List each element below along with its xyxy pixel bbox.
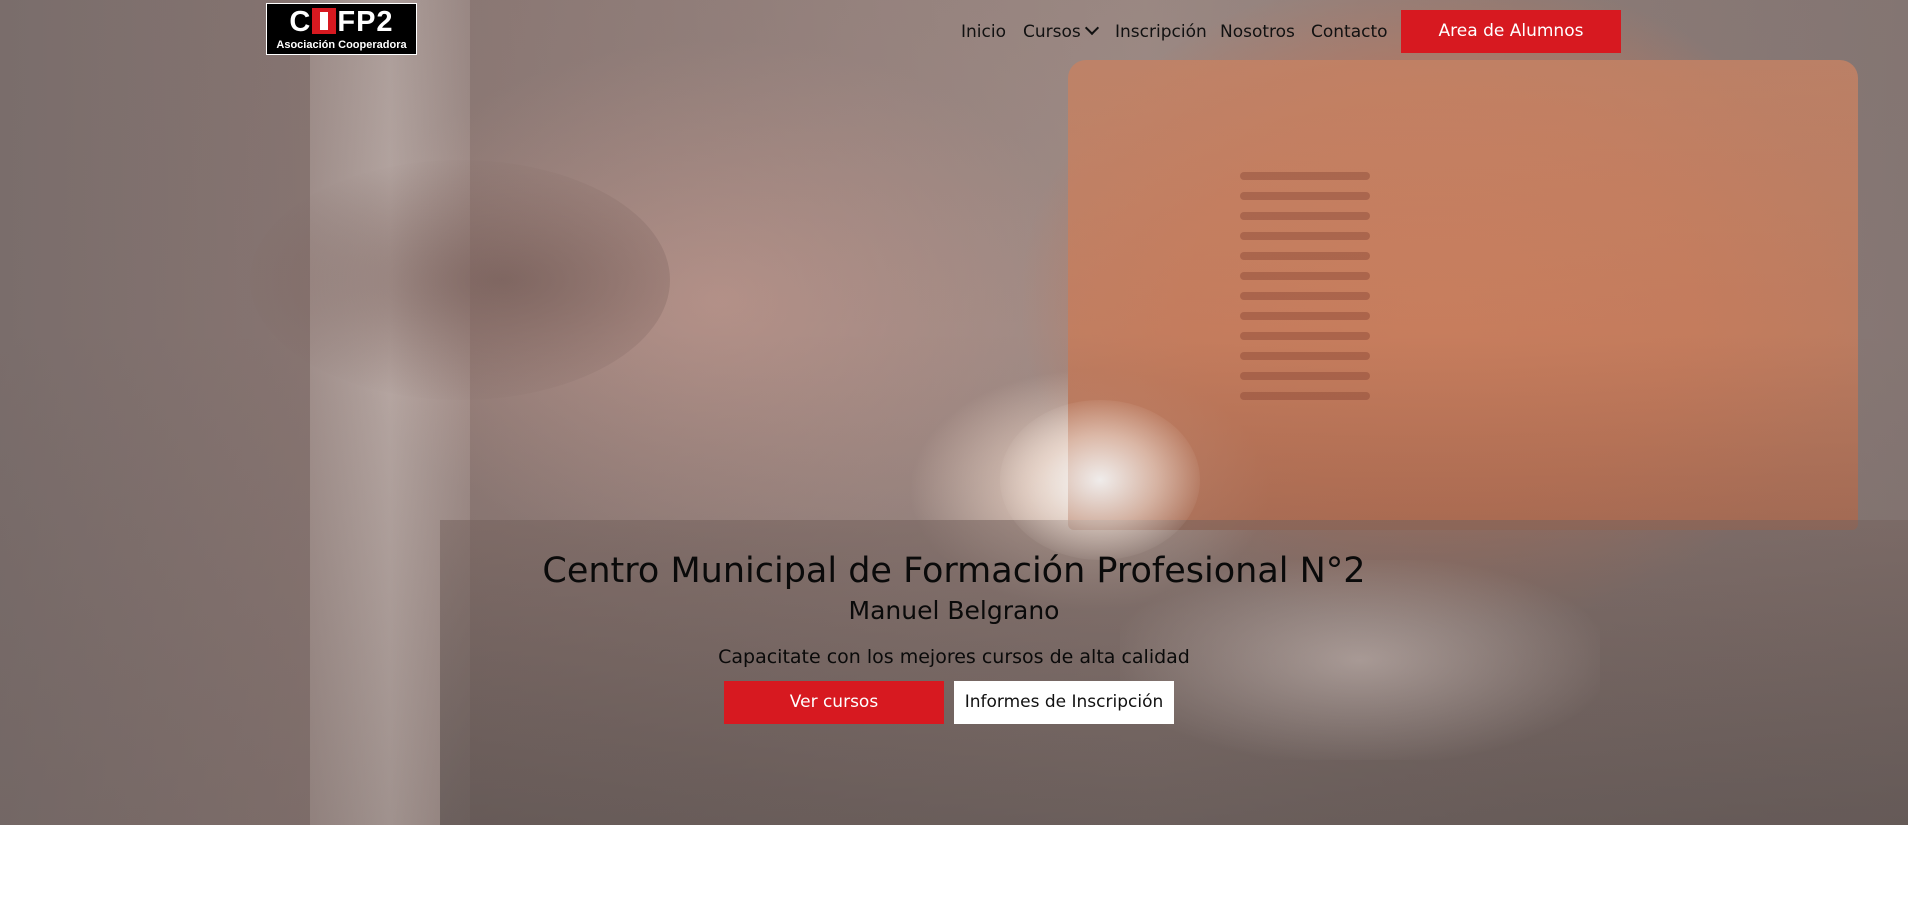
nav-item-nosotros[interactable]: Nosotros [1220,20,1295,44]
hero-background-vent [1240,232,1370,240]
site-logo[interactable]: C FP2 Asociación Cooperadora [266,3,417,55]
hero-background-glove [250,160,670,400]
nav-item-inscripcion[interactable]: Inscripción [1115,20,1207,44]
hero-background-vent [1240,352,1370,360]
hero-background-vent [1240,392,1370,400]
hero-background-spark [1000,400,1200,560]
hero-background-vent [1240,272,1370,280]
hero-subtitle: Manuel Belgrano [848,596,1060,625]
hero-background-vent [1240,172,1370,180]
nav-item-cursos-label: Cursos [1023,22,1081,42]
area-de-alumnos-button[interactable]: Area de Alumnos [1401,10,1621,53]
hero-background-vent [1240,212,1370,220]
chevron-down-icon [1084,20,1099,36]
hero-background-vent [1240,292,1370,300]
logo-subtitle: Asociación Cooperadora [276,39,407,51]
nav-item-contacto[interactable]: Contacto [1311,20,1388,44]
hero-background-welder-machine [1068,60,1858,530]
nav-item-inicio[interactable]: Inicio [961,20,1006,44]
logo-mark-icon [312,8,337,34]
hero-tagline: Capacitate con los mejores cursos de alt… [718,646,1190,668]
hero-background-vent [1240,372,1370,380]
hero-background-post [310,0,470,825]
ver-cursos-button[interactable]: Ver cursos [724,681,944,724]
hero-title: Centro Municipal de Formación Profesiona… [542,551,1366,591]
hero-background-vent [1240,332,1370,340]
hero-background-vent [1240,192,1370,200]
informes-de-inscripcion-button[interactable]: Informes de Inscripción [954,681,1174,724]
nav-item-cursos[interactable]: Cursos [1023,20,1099,44]
logo-wordmark: C FP2 [289,6,394,38]
hero-background-vent [1240,252,1370,260]
hero-background-vent [1240,312,1370,320]
